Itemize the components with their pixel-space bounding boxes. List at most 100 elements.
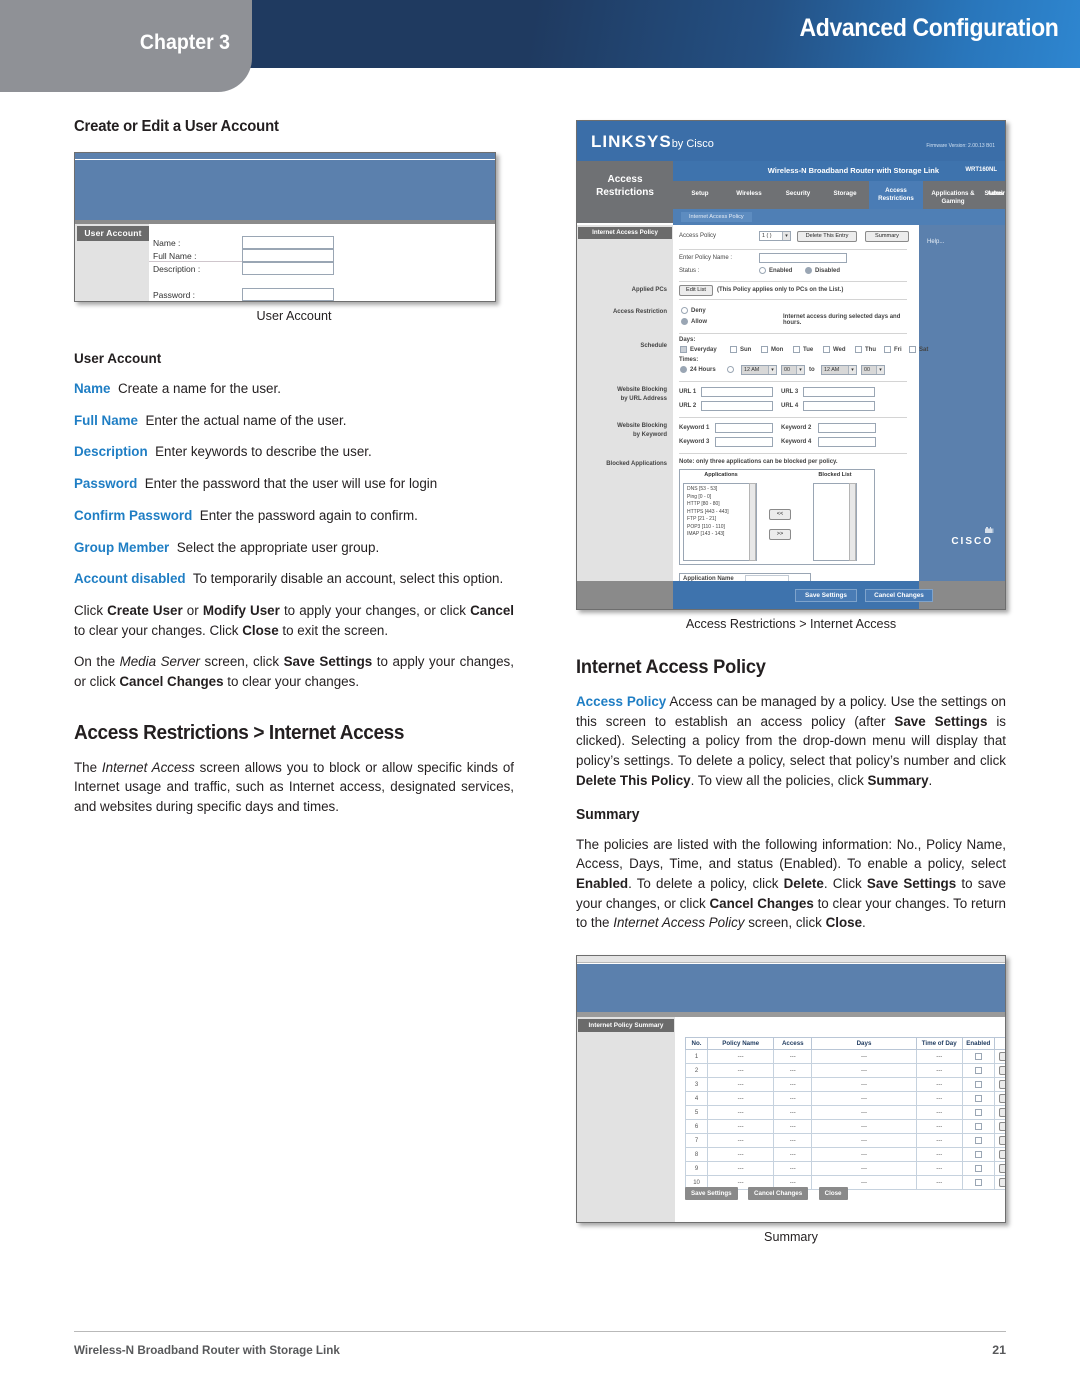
ar-edit-list-button[interactable]: Edit List (679, 285, 713, 296)
ar-radio-disabled[interactable] (805, 267, 812, 274)
delete-policy-button[interactable]: Delete (999, 1136, 1005, 1146)
delete-policy-button[interactable]: Delete (999, 1178, 1005, 1188)
pms-1: On the (74, 654, 120, 670)
ar-radio-allow[interactable] (681, 318, 688, 325)
sm-panel-tab[interactable]: Internet Policy Summary (578, 1019, 674, 1033)
enabled-checkbox[interactable] (974, 1150, 982, 1158)
chevron-down-icon[interactable]: ▾ (848, 366, 856, 374)
ar-tab-status[interactable]: Status (977, 185, 1005, 207)
ar-app-imap[interactable]: IMAP [143 - 143] (687, 531, 743, 539)
ar-radio-deny[interactable] (681, 307, 688, 314)
ua-banner-block (75, 160, 495, 220)
ar-help-link[interactable]: Help... (927, 239, 944, 245)
enabled-checkbox[interactable] (974, 1122, 982, 1130)
ar-checkbox-sun[interactable] (730, 346, 737, 353)
sm-titlebar (577, 956, 1005, 964)
ar-add-to-blocked-button[interactable]: << (769, 509, 791, 520)
subheading-user-account: User Account (74, 351, 162, 366)
cell-days: --- (811, 1091, 917, 1107)
ar-label-days: Days: (679, 337, 696, 343)
ar-app-http[interactable]: HTTP [80 - 80] (687, 501, 743, 509)
delete-policy-button[interactable]: Delete (999, 1066, 1005, 1076)
ar-checkbox-thu[interactable] (855, 346, 862, 353)
sm-cancel-changes-button[interactable]: Cancel Changes (748, 1187, 809, 1201)
ar-input-policy-name[interactable] (759, 253, 847, 263)
ar-input-url-4[interactable] (803, 401, 875, 411)
sm-save-settings-button[interactable]: Save Settings (685, 1187, 738, 1201)
ar-checkbox-wed[interactable] (823, 346, 830, 353)
ar-tab-applications-gaming[interactable]: Applications & Gaming (925, 185, 981, 207)
ar-app-https[interactable]: HTTPS [443 - 443] (687, 509, 743, 517)
ar-checkbox-sat[interactable] (909, 346, 916, 353)
delete-policy-button[interactable]: Delete (999, 1122, 1005, 1132)
ar-delete-this-entry-button[interactable]: Delete This Entry (797, 231, 857, 242)
enabled-checkbox[interactable] (974, 1080, 982, 1088)
chevron-down-icon[interactable]: ▾ (876, 366, 884, 374)
ar-subtab-internet-access-policy[interactable]: Internet Access Policy (681, 212, 752, 222)
ua-panel-tab[interactable]: User Account (77, 226, 149, 241)
ua-input-description[interactable] (242, 262, 334, 275)
chevron-down-icon[interactable]: ▾ (768, 366, 776, 374)
chevron-down-icon[interactable]: ▾ (782, 232, 790, 240)
cell-no: 6 (684, 1119, 709, 1135)
firmware-version: Firmware Version: 2.00.13 B01 (926, 143, 995, 149)
ar-input-url-3[interactable] (803, 387, 875, 397)
ar-select-time-from[interactable]: 12 AM ▾ (741, 365, 777, 375)
ua-input-password[interactable] (242, 288, 334, 301)
ar-remove-from-blocked-button[interactable]: >> (769, 529, 791, 540)
ar-applications-list[interactable]: DNS [53 - 53] Ping [0 - 0] HTTP [80 - 80… (684, 484, 746, 541)
chevron-down-icon[interactable]: ▾ (796, 366, 804, 374)
enabled-checkbox[interactable] (974, 1108, 982, 1116)
enabled-checkbox[interactable] (974, 1164, 982, 1172)
ar-panel-tab-internet-access-policy[interactable]: Internet Access Policy (578, 227, 672, 239)
ar-checkbox-tue[interactable] (793, 346, 800, 353)
ar-tab-security[interactable]: Security (775, 185, 821, 207)
brand-suffix: by Cisco (671, 138, 714, 150)
ar-section-title: Access Restrictions (577, 161, 673, 223)
ar-app-pop3[interactable]: POP3 [110 - 110] (687, 524, 743, 532)
ar-checkbox-everyday[interactable] (680, 346, 687, 353)
delete-policy-button[interactable]: Delete (999, 1094, 1005, 1104)
ar-radio-24hours[interactable] (680, 366, 687, 373)
delete-policy-button[interactable]: Delete (999, 1150, 1005, 1160)
ar-tab-setup[interactable]: Setup (679, 185, 721, 207)
ar-summary-button[interactable]: Summary (865, 231, 909, 242)
ua-input-full-name[interactable] (242, 249, 334, 262)
delete-policy-button[interactable]: Delete (999, 1108, 1005, 1118)
ar-checkbox-fri[interactable] (884, 346, 891, 353)
ua-input-name[interactable] (242, 236, 334, 249)
ar-input-url-2[interactable] (701, 401, 773, 411)
enabled-checkbox[interactable] (974, 1094, 982, 1102)
ar-app-dns[interactable]: DNS [53 - 53] (687, 486, 743, 494)
ar-select-minutes-from[interactable]: 00 ▾ (781, 365, 805, 375)
ar-input-keyword-2[interactable] (818, 423, 876, 433)
delete-policy-button[interactable]: Delete (999, 1052, 1005, 1062)
enabled-checkbox[interactable] (974, 1136, 982, 1144)
ar-input-keyword-3[interactable] (715, 437, 773, 447)
ar-radio-custom-time[interactable] (727, 366, 734, 373)
ar-input-url-1[interactable] (701, 387, 773, 397)
ar-save-settings-button[interactable]: Save Settings (795, 589, 857, 602)
ar-cancel-changes-button[interactable]: Cancel Changes (865, 589, 933, 602)
ar-radio-enabled[interactable] (759, 267, 766, 274)
ar-select-time-to[interactable]: 12 AM ▾ (821, 365, 857, 375)
delete-policy-button[interactable]: Delete (999, 1164, 1005, 1174)
ar-app-ping[interactable]: Ping [0 - 0] (687, 494, 743, 502)
ar-tab-wireless[interactable]: Wireless (725, 185, 773, 207)
ar-app-ftp[interactable]: FTP [21 - 21] (687, 516, 743, 524)
delete-policy-button[interactable]: Delete (999, 1080, 1005, 1090)
ar-blocked-scrollbar[interactable] (849, 483, 856, 561)
sm-close-button[interactable]: Close (818, 1187, 848, 1201)
ar-select-minutes-to[interactable]: 00 ▾ (861, 365, 885, 375)
ar-tab-storage[interactable]: Storage (823, 185, 867, 207)
ar-applications-scrollbar[interactable] (749, 483, 756, 561)
ar-tab-access-restrictions[interactable]: Access Restrictions (869, 181, 923, 209)
ar-input-keyword-1[interactable] (715, 423, 773, 433)
ar-input-keyword-4[interactable] (818, 437, 876, 447)
enabled-checkbox[interactable] (974, 1052, 982, 1060)
ua-input-confirm-password[interactable] (242, 301, 334, 302)
enabled-checkbox[interactable] (974, 1178, 982, 1186)
ar-select-access-policy[interactable]: 1 ( ) ▾ (759, 231, 791, 241)
enabled-checkbox[interactable] (974, 1066, 982, 1074)
ar-checkbox-mon[interactable] (761, 346, 768, 353)
